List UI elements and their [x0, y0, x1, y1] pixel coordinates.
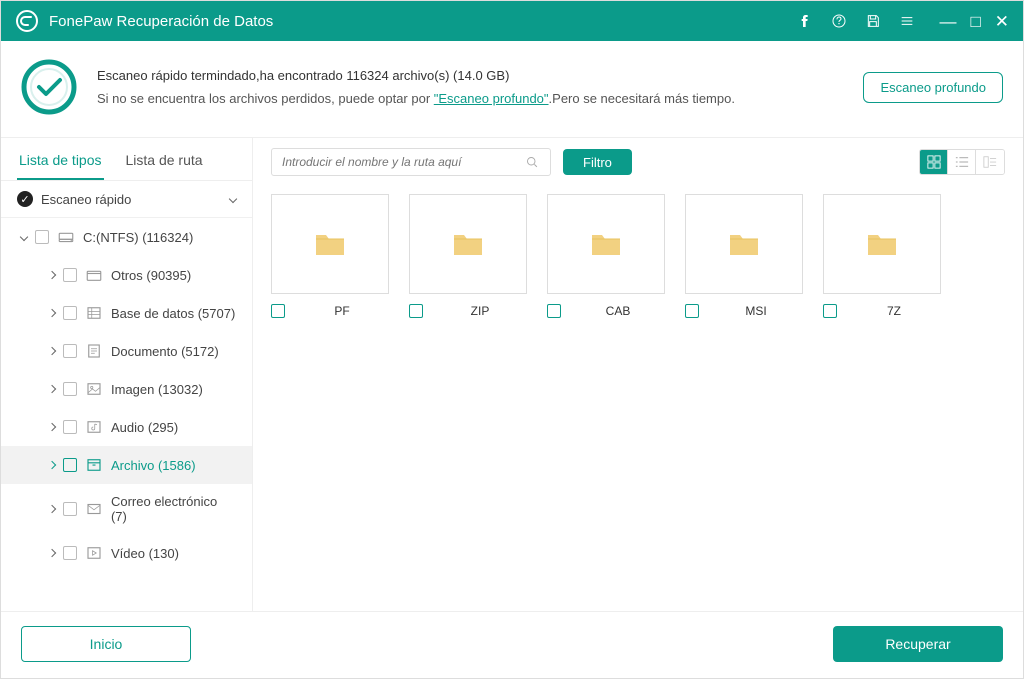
checkbox[interactable]	[409, 304, 423, 318]
folder-icon	[728, 231, 760, 257]
search-input-wrapper[interactable]	[271, 148, 551, 176]
deep-scan-button[interactable]: Escaneo profundo	[863, 72, 1003, 103]
home-button[interactable]: Inicio	[21, 626, 191, 662]
deep-scan-suggestion: Si no se encuentra los archivos perdidos…	[97, 91, 843, 106]
chevron-down-icon	[229, 195, 237, 203]
chevron-right-icon	[48, 505, 56, 513]
checkbox[interactable]	[63, 420, 77, 434]
audio-icon	[85, 418, 103, 436]
checkbox[interactable]	[823, 304, 837, 318]
titlebar-left: FonePaw Recuperación de Datos	[15, 9, 273, 33]
folder-card-cab[interactable]: CAB	[547, 194, 665, 318]
tree-item-document[interactable]: Documento (5172)	[1, 332, 252, 370]
view-list-button[interactable]	[948, 150, 976, 174]
tree-item-audio[interactable]: Audio (295)	[1, 408, 252, 446]
folder-icon	[590, 231, 622, 257]
folder-card-pf[interactable]: PF	[271, 194, 389, 318]
file-tree: C:(NTFS) (116324) Otros (90395) Base de …	[1, 218, 252, 611]
scan-status-banner: Escaneo rápido termindado,ha encontrado …	[1, 41, 1023, 138]
check-icon: ✓	[17, 191, 33, 207]
checkbox[interactable]	[63, 306, 77, 320]
image-icon	[85, 380, 103, 398]
folder-card-7z[interactable]: 7Z	[823, 194, 941, 318]
sidebar: Lista de tipos Lista de ruta ✓ Escaneo r…	[1, 138, 253, 611]
check-complete-icon	[21, 59, 77, 115]
tree-item-archive[interactable]: Archivo (1586)	[1, 446, 252, 484]
folder-icon	[452, 231, 484, 257]
folder-icon	[866, 231, 898, 257]
chevron-right-icon	[48, 309, 56, 317]
document-icon	[85, 342, 103, 360]
facebook-icon[interactable]	[797, 13, 813, 29]
tree-item-video[interactable]: Vídeo (130)	[1, 534, 252, 572]
scan-mode-toggle[interactable]: ✓ Escaneo rápido	[1, 181, 252, 218]
checkbox[interactable]	[63, 382, 77, 396]
checkbox[interactable]	[63, 344, 77, 358]
search-input[interactable]	[282, 155, 525, 169]
chevron-right-icon	[48, 461, 56, 469]
folder-card-zip[interactable]: ZIP	[409, 194, 527, 318]
archive-icon	[85, 456, 103, 474]
footer: Inicio Recuperar	[1, 611, 1023, 676]
checkbox[interactable]	[685, 304, 699, 318]
content-area: Filtro PF ZIP CAB MSI	[253, 138, 1023, 611]
view-detail-button[interactable]	[976, 150, 1004, 174]
minimize-button[interactable]: —	[939, 13, 956, 30]
menu-icon[interactable]	[899, 13, 915, 29]
chevron-right-icon	[48, 423, 56, 431]
tree-item-email[interactable]: Correo electrónico (7)	[1, 484, 252, 534]
chevron-right-icon	[48, 385, 56, 393]
chevron-right-icon	[48, 347, 56, 355]
folder-icon	[314, 231, 346, 257]
scan-complete-message: Escaneo rápido termindado,ha encontrado …	[97, 68, 843, 83]
filter-button[interactable]: Filtro	[563, 149, 632, 175]
search-icon	[525, 155, 540, 170]
content-toolbar: Filtro	[253, 138, 1023, 176]
app-title: FonePaw Recuperación de Datos	[49, 13, 273, 30]
drive-icon	[57, 228, 75, 246]
tree-item-image[interactable]: Imagen (13032)	[1, 370, 252, 408]
view-mode-toggle	[919, 149, 1005, 175]
database-icon	[85, 304, 103, 322]
recover-button[interactable]: Recuperar	[833, 626, 1003, 662]
chevron-down-icon	[20, 233, 28, 241]
app-logo-icon	[15, 9, 39, 33]
sidebar-tabs: Lista de tipos Lista de ruta	[1, 138, 252, 181]
tree-root-drive[interactable]: C:(NTFS) (116324)	[1, 218, 252, 256]
view-grid-button[interactable]	[920, 150, 948, 174]
titlebar-right: — □ ✕	[797, 13, 1009, 30]
tree-item-others[interactable]: Otros (90395)	[1, 256, 252, 294]
video-icon	[85, 544, 103, 562]
tab-list-paths[interactable]: Lista de ruta	[124, 146, 205, 180]
chevron-right-icon	[48, 271, 56, 279]
close-button[interactable]: ✕	[995, 13, 1009, 30]
folder-grid: PF ZIP CAB MSI 7Z	[253, 176, 1023, 336]
folder-card-msi[interactable]: MSI	[685, 194, 803, 318]
chevron-right-icon	[48, 549, 56, 557]
tree-item-database[interactable]: Base de datos (5707)	[1, 294, 252, 332]
save-icon[interactable]	[865, 13, 881, 29]
checkbox[interactable]	[63, 546, 77, 560]
titlebar: FonePaw Recuperación de Datos — □ ✕	[1, 1, 1023, 41]
checkbox[interactable]	[63, 268, 77, 282]
checkbox[interactable]	[63, 502, 77, 516]
deep-scan-link[interactable]: "Escaneo profundo"	[434, 91, 549, 106]
checkbox[interactable]	[547, 304, 561, 318]
email-icon	[85, 500, 103, 518]
checkbox[interactable]	[271, 304, 285, 318]
feedback-icon[interactable]	[831, 13, 847, 29]
folder-icon	[85, 266, 103, 284]
tab-list-types[interactable]: Lista de tipos	[17, 146, 104, 180]
maximize-button[interactable]: □	[970, 13, 980, 30]
checkbox[interactable]	[63, 458, 77, 472]
checkbox[interactable]	[35, 230, 49, 244]
